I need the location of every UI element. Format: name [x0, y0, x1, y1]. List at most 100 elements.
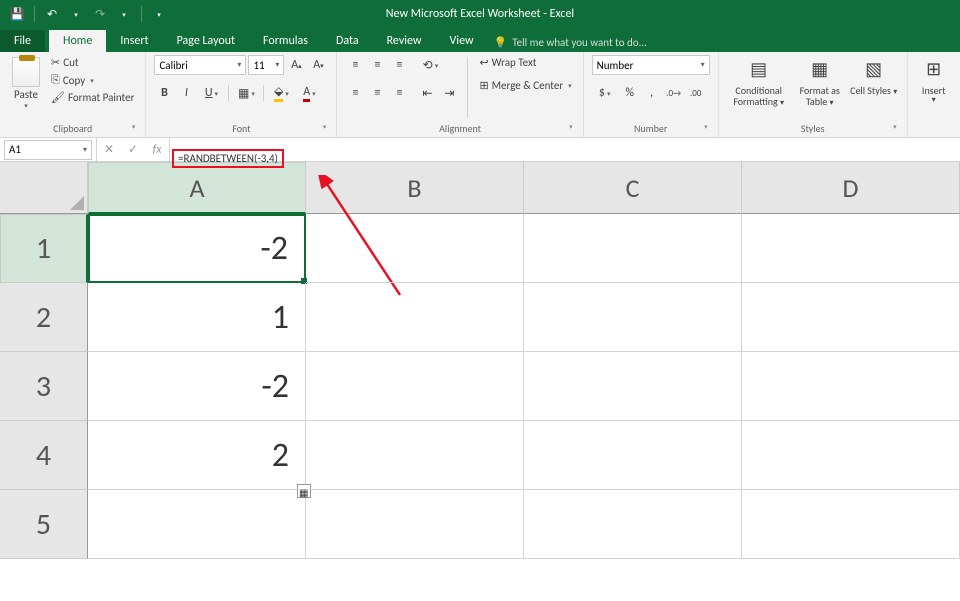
name-box[interactable]: A1▾ [4, 140, 92, 160]
qat-custom-icon[interactable]: ▾ [150, 5, 168, 23]
format-painter-button[interactable]: 🖌Format Painter [48, 90, 137, 105]
cell-B3[interactable] [306, 352, 524, 421]
cell-B1[interactable] [306, 214, 524, 283]
redo-icon[interactable]: ↷ [91, 5, 109, 23]
copy-icon: ⎘ [51, 73, 60, 87]
align-center-icon[interactable]: ≡ [367, 83, 387, 103]
font-color-icon[interactable]: A [296, 83, 322, 103]
cancel-formula-icon[interactable]: ✕ [97, 138, 121, 161]
font-name-select[interactable]: Calibri▾ [154, 55, 246, 75]
tab-pagelayout[interactable]: Page Layout [163, 30, 249, 52]
cell-styles-button[interactable]: ▧ Cell Styles ▾ [849, 55, 899, 120]
wrap-text-button[interactable]: ↩Wrap Text [476, 55, 574, 70]
tab-data[interactable]: Data [322, 30, 373, 52]
fill-color-icon[interactable]: ⬙ [268, 83, 294, 103]
cell-B4[interactable] [306, 421, 524, 490]
select-all-corner[interactable] [0, 162, 88, 214]
italic-icon[interactable]: I [176, 83, 196, 103]
delete-cells-button[interactable]: ⊟ [956, 55, 960, 120]
col-header-B[interactable]: B [306, 162, 524, 214]
delete-cells-icon: ⊟ [956, 57, 960, 83]
cell-C2[interactable] [524, 283, 742, 352]
font-group-label: Font [154, 120, 328, 137]
formula-bar: A1▾ ✕ ✓ fx =RANDBETWEEN(-3,4) [0, 138, 960, 162]
fx-icon[interactable]: fx [145, 138, 169, 161]
tab-home[interactable]: Home [49, 30, 106, 52]
paste-button[interactable]: Paste ▾ [8, 55, 44, 120]
underline-icon[interactable]: U [198, 83, 224, 103]
bold-icon[interactable]: B [154, 83, 174, 103]
cell-D5[interactable] [742, 490, 960, 559]
copy-button[interactable]: ⎘Copy▾ [48, 72, 137, 88]
styles-group-label: Styles [727, 120, 899, 137]
conditional-formatting-button[interactable]: ▤ Conditional Formatting ▾ [727, 55, 791, 120]
row-header-5[interactable]: 5 [0, 490, 88, 559]
grow-font-icon[interactable]: A▴ [286, 55, 306, 75]
formula-input[interactable]: =RANDBETWEEN(-3,4) [170, 148, 960, 152]
cut-button[interactable]: ✂Cut [48, 55, 137, 70]
cell-B2[interactable] [306, 283, 524, 352]
dec-decimal-icon[interactable]: .00 [686, 83, 706, 103]
inc-indent-icon[interactable]: ⇥ [439, 83, 459, 103]
cell-A3[interactable]: -2 [88, 352, 306, 421]
number-group-label: Number [592, 120, 710, 137]
col-header-D[interactable]: D [742, 162, 960, 214]
tab-view[interactable]: View [436, 30, 488, 52]
cell-D2[interactable] [742, 283, 960, 352]
align-top-icon[interactable]: ≡ [345, 55, 365, 75]
tab-file[interactable]: File [0, 30, 45, 52]
format-as-table-button[interactable]: ▦ Format as Table ▾ [795, 55, 845, 120]
percent-icon[interactable]: % [620, 83, 640, 103]
col-header-A[interactable]: A [88, 162, 306, 214]
cell-D3[interactable] [742, 352, 960, 421]
enter-formula-icon[interactable]: ✓ [121, 138, 145, 161]
cell-C3[interactable] [524, 352, 742, 421]
tab-review[interactable]: Review [373, 30, 436, 52]
cell-C5[interactable] [524, 490, 742, 559]
cf-icon: ▤ [746, 57, 772, 83]
save-icon[interactable]: 💾 [8, 5, 26, 23]
row-header-3[interactable]: 3 [0, 352, 88, 421]
cell-A2[interactable]: 1 [88, 283, 306, 352]
cell-D1[interactable] [742, 214, 960, 283]
comma-icon[interactable]: , [642, 83, 662, 103]
accounting-icon[interactable]: $ [592, 83, 618, 103]
row-header-4[interactable]: 4 [0, 421, 88, 490]
number-format-select[interactable]: Number▾ [592, 55, 710, 75]
ribbon: Paste ▾ ✂Cut ⎘Copy▾ 🖌Format Painter Clip… [0, 52, 960, 138]
shrink-font-icon[interactable]: A▾ [308, 55, 328, 75]
tab-formulas[interactable]: Formulas [249, 30, 322, 52]
merge-center-button[interactable]: ⊞Merge & Center▾ [476, 78, 574, 93]
align-right-icon[interactable]: ≡ [389, 83, 409, 103]
cell-C1[interactable] [524, 214, 742, 283]
border-icon[interactable]: ▦ [233, 83, 259, 103]
undo-icon[interactable]: ↶ [43, 5, 61, 23]
col-header-C[interactable]: C [524, 162, 742, 214]
font-size-select[interactable]: 11▾ [248, 55, 284, 75]
align-bottom-icon[interactable]: ≡ [389, 55, 409, 75]
insert-cells-button[interactable]: ⊞ Insert ▾ [916, 55, 952, 120]
tell-me[interactable]: 💡 Tell me what you want to do... [494, 36, 647, 52]
cell-A5[interactable]: ▦ [88, 490, 306, 559]
clipboard-group-label: Clipboard [8, 120, 137, 137]
orientation-icon[interactable]: ⟲ [417, 55, 443, 75]
qat-dd-icon[interactable]: ▾ [67, 5, 85, 23]
alignment-group-label: Alignment [345, 120, 574, 137]
dec-indent-icon[interactable]: ⇤ [417, 83, 437, 103]
align-middle-icon[interactable]: ≡ [367, 55, 387, 75]
cell-A4[interactable]: 2 [88, 421, 306, 490]
align-left-icon[interactable]: ≡ [345, 83, 365, 103]
cell-C4[interactable] [524, 421, 742, 490]
cell-B5[interactable] [306, 490, 524, 559]
ribbon-tabs: File Home Insert Page Layout Formulas Da… [0, 28, 960, 52]
window-title: New Microsoft Excel Worksheet - Excel [386, 7, 574, 21]
row-header-1[interactable]: 1 [0, 214, 88, 283]
inc-decimal-icon[interactable]: .0→ [664, 83, 684, 103]
cell-D4[interactable] [742, 421, 960, 490]
qat-dd2-icon[interactable]: ▾ [115, 5, 133, 23]
tab-insert[interactable]: Insert [106, 30, 162, 52]
cell-A1[interactable]: -2 [88, 214, 306, 283]
row-header-2[interactable]: 2 [0, 283, 88, 352]
insert-cells-icon: ⊞ [921, 57, 947, 83]
worksheet-grid[interactable]: A B C D 1 -2 2 1 3 -2 4 2 5 ▦ [0, 162, 960, 559]
